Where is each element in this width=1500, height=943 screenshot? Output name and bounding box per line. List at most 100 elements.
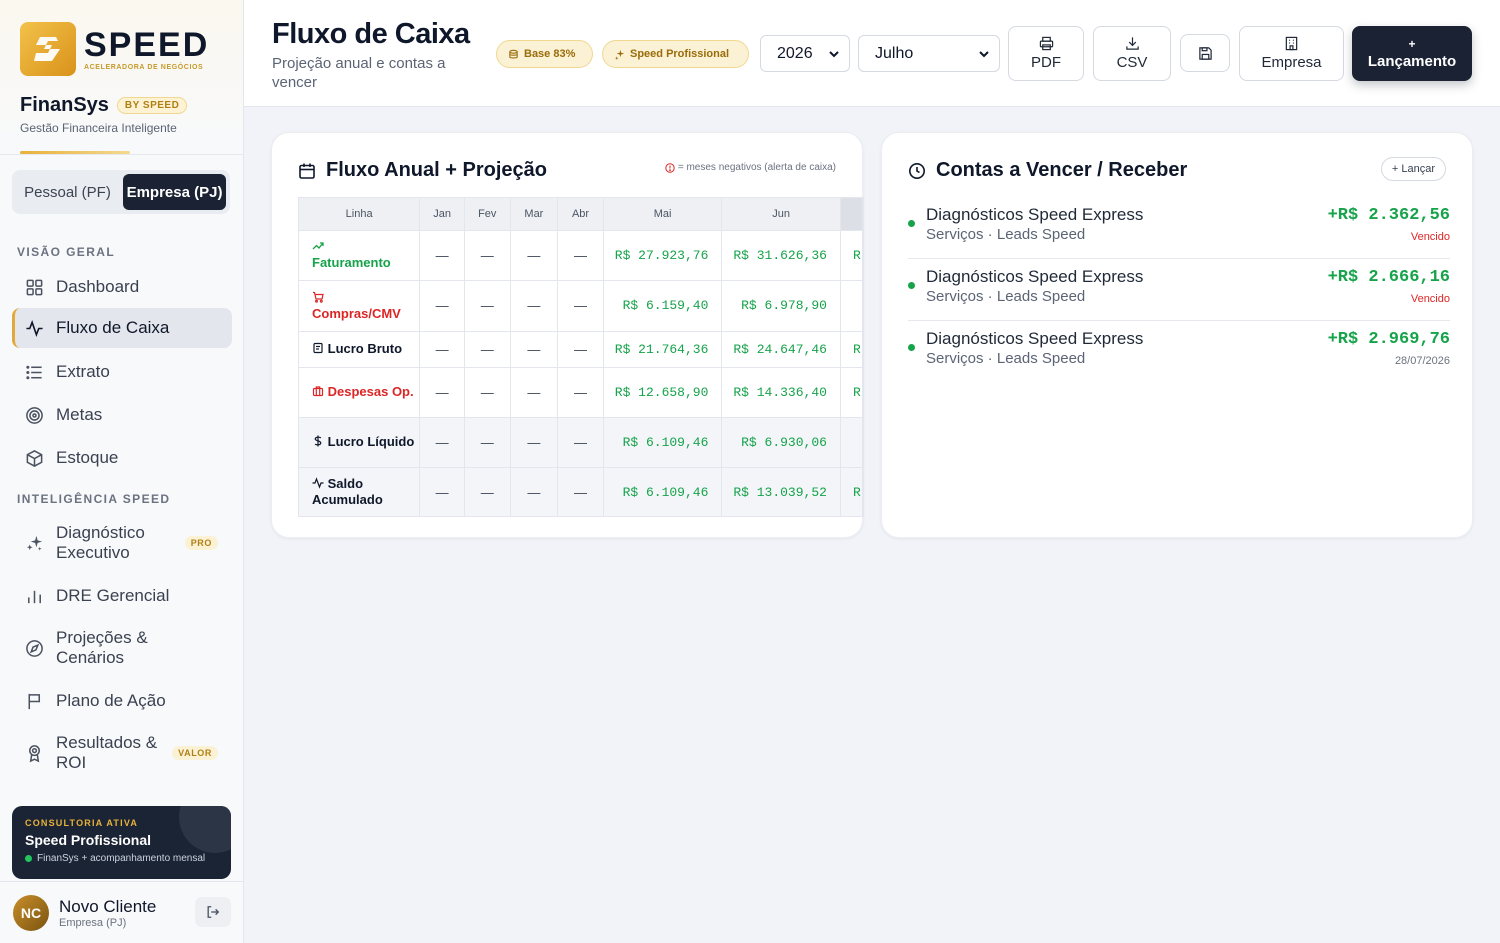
table-row: Lucro Líquido — — — — R$ 6.109,46 R$ 6.9… [299,417,863,468]
user-type: Empresa (PJ) [59,916,127,929]
sidebar-item-extrato[interactable]: Extrato [12,352,232,392]
sidebar-item-label: Estoque [56,448,119,467]
sidebar-item-estoque[interactable]: Estoque [12,438,232,478]
table-cell: R$ 21.764,36 [603,331,723,368]
status-dot-icon [908,282,915,289]
table-row: Saldo Acumulado — — — — R$ 6.109,46 R$ 1… [299,467,863,516]
table-cell: — [510,467,559,516]
list-icon [24,362,44,382]
target-icon [24,405,44,425]
row-label: Despesas Op. [299,367,421,418]
company-button[interactable]: Empresa [1239,26,1344,81]
printer-icon [1039,36,1053,51]
bill-value: +R$ 2.362,56 [1327,206,1450,225]
logout-button[interactable] [195,897,231,927]
table-cell: — [510,331,559,368]
sidebar-item-label: Extrato [56,362,110,381]
annual-cashflow-card: Fluxo Anual + Projeção = meses negativos… [271,132,864,538]
table-cell-overflow: R [840,467,863,516]
logo-tagline: ACELERADORA DE NEGÓCIOS [84,63,204,71]
add-entry-button[interactable]: + Lançar [1380,157,1446,181]
bill-status: Vencido [1410,231,1450,243]
sidebar-item-label: Diagnóstico Executivo [56,523,145,562]
table-header-row: Linha Jan Fev Mar Abr Mai Jun [299,198,863,231]
by-speed-badge: BY SPEED [116,97,188,114]
row-label: Lucro Bruto [299,331,421,368]
month-select[interactable]: Julho [858,35,1000,72]
activity-icon [24,318,44,338]
nav-section-overview: VISÃO GERAL [17,245,116,259]
mode-personal-button[interactable]: Pessoal (PF) [16,174,119,210]
negative-months-note-text: = meses negativos (alerta de caixa) [677,162,836,173]
logo[interactable]: SPEED ACELERADORA DE NEGÓCIOS [20,22,225,76]
table-cell: — [464,230,511,281]
base-badge-text: Base 83% [524,48,576,60]
new-entry-button[interactable]: + Lançamento [1352,26,1472,81]
bill-category: Serviços · Leads Speed [926,226,1086,243]
speed-logo-icon [20,22,76,76]
brand-area: SPEED ACELERADORA DE NEGÓCIOS FinanSys B… [0,0,243,155]
sidebar-item-dashboard[interactable]: Dashboard [12,267,232,307]
download-icon [1125,37,1139,50]
bill-value: +R$ 2.969,76 [1327,330,1450,349]
list-item[interactable]: Diagnósticos Speed Express Serviços · Le… [908,320,1450,382]
annual-table-scroll[interactable]: Linha Jan Fev Mar Abr Mai Jun Faturament… [298,197,864,517]
logo-word: SPEED [84,25,210,64]
column-header: Abr [557,198,604,231]
row-label: Lucro Líquido [299,417,421,468]
clock-icon [909,162,925,179]
status-dot-icon [25,855,32,862]
box-icon [24,448,44,468]
page-title: Fluxo de Caixa [272,18,470,50]
table-cell: — [557,467,604,516]
sidebar-item-dre-gerencial[interactable]: DRE Gerencial [12,576,232,616]
app-name: FinanSys [20,94,109,116]
chevron-down-icon [829,51,839,58]
pdf-button[interactable]: PDF [1008,26,1084,81]
table-cell: R$ 6.109,46 [603,467,723,516]
table-cell: R$ 6.109,46 [603,417,723,468]
base-badge: Base 83% [496,40,593,68]
bill-status: Vencido [1410,293,1450,305]
sidebar-item-resultados-roi[interactable]: Resultados & ROI VALOR [12,729,232,777]
sidebar-item-projecoes-cenarios[interactable]: Projeções & Cenários [12,624,232,672]
column-header: Linha [299,198,421,231]
bill-name: Diagnósticos Speed Express [926,329,1144,348]
month-select-value: Julho [875,44,914,62]
year-select[interactable]: 2026 [760,35,850,72]
list-item[interactable]: Diagnósticos Speed Express Serviços · Le… [908,258,1450,320]
list-item[interactable]: Diagnósticos Speed Express Serviços · Le… [908,196,1450,258]
bills-card: Contas a Vencer / Receber + Lançar Diagn… [881,132,1473,538]
sidebar-item-fluxo-de-caixa[interactable]: Fluxo de Caixa [12,308,232,348]
sidebar-item-diagnostico-executivo[interactable]: Diagnóstico Executivo PRO [12,519,232,567]
user-profile[interactable]: NC Novo Cliente Empresa (PJ) [0,881,244,943]
chevron-down-icon [979,51,989,58]
sidebar: SPEED ACELERADORA DE NEGÓCIOS FinanSys B… [0,0,244,943]
annual-table: Linha Jan Fev Mar Abr Mai Jun Faturament… [299,198,863,516]
bill-due-date: 28/07/2026 [1394,355,1450,367]
alert-circle-icon [665,162,675,173]
save-button[interactable] [1180,34,1230,72]
sidebar-item-label: Resultados & ROI [56,733,158,772]
logout-icon [207,906,220,918]
table-cell: R$ 27.923,76 [603,230,723,281]
trending-up-icon [312,239,419,255]
building-icon [1285,36,1298,51]
grid-icon [24,277,44,297]
sidebar-item-plano-de-acao[interactable]: Plano de Ação [12,681,232,721]
row-label-text: Lucro Bruto [327,341,403,356]
table-cell: — [419,417,465,468]
table-cell: — [419,331,465,368]
table-row: Compras/CMV — — — — R$ 6.159,40 R$ 6.978… [299,280,863,332]
mode-business-button[interactable]: Empresa (PJ) [123,174,226,210]
negative-months-note: = meses negativos (alerta de caixa) [665,162,836,173]
table-cell: — [419,280,465,332]
column-header: Mai [603,198,723,231]
csv-button-label: CSV [1116,54,1148,71]
save-icon [1198,46,1212,60]
sidebar-item-metas[interactable]: Metas [12,395,232,435]
csv-button[interactable]: CSV [1093,26,1171,81]
consulting-card[interactable]: CONSULTORIA ATIVA Speed Profissional Fin… [12,806,231,879]
app-subtitle: Gestão Financeira Inteligente [20,121,177,135]
table-cell: R$ 12.658,90 [603,367,723,418]
